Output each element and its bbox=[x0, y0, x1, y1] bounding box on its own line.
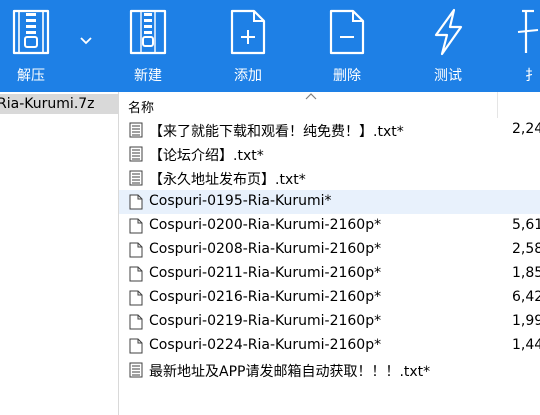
file-icon bbox=[129, 290, 143, 310]
text-file-icon bbox=[129, 362, 143, 382]
file-name: Cospuri-0219-Ria-Kurumi-2160p* bbox=[149, 313, 382, 329]
file-size: 1,99 bbox=[512, 313, 540, 329]
delete-file-icon bbox=[329, 9, 365, 55]
text-file-icon bbox=[129, 170, 143, 190]
text-file-icon bbox=[129, 146, 143, 166]
chevron-down-icon bbox=[80, 37, 92, 45]
file-icon bbox=[129, 338, 143, 358]
file-icon bbox=[129, 194, 143, 214]
file-size: 2,24 bbox=[512, 121, 540, 137]
file-icon bbox=[129, 266, 143, 286]
add-button[interactable]: 添加 bbox=[218, 0, 278, 92]
tree-item-label: -Ria-Kurumi.7z bbox=[0, 96, 95, 112]
info-label: 扌 bbox=[525, 68, 539, 84]
file-row[interactable]: 【来了就能下载和观看！纯免费！】.txt* 2,24 bbox=[119, 118, 540, 142]
file-icon bbox=[129, 242, 143, 262]
file-row[interactable]: 最新地址及APP请发邮箱自动获取！！！.txt* bbox=[119, 358, 540, 382]
add-label: 添加 bbox=[234, 68, 262, 84]
delete-button[interactable]: 删除 bbox=[316, 0, 378, 92]
file-size: 2,58 bbox=[512, 241, 540, 257]
test-button[interactable]: 测试 bbox=[418, 0, 478, 92]
tree-item-archive[interactable]: -Ria-Kurumi.7z bbox=[0, 94, 118, 114]
sort-up-icon bbox=[305, 93, 317, 100]
info-icon bbox=[517, 9, 539, 53]
list-header: 名称 bbox=[119, 92, 540, 118]
file-name: Cospuri-0211-Ria-Kurumi-2160p* bbox=[149, 265, 382, 281]
file-row[interactable]: 【论坛介绍】.txt* bbox=[119, 142, 540, 166]
extract-button[interactable]: 解压 bbox=[0, 0, 62, 92]
zip-extract-icon bbox=[12, 9, 50, 55]
column-divider[interactable] bbox=[497, 92, 498, 118]
file-size: 1,85 bbox=[512, 265, 540, 281]
file-size: 6,42 bbox=[512, 289, 540, 305]
new-archive-button[interactable]: 新建 bbox=[118, 0, 178, 92]
file-name: Cospuri-0200-Ria-Kurumi-2160p* bbox=[149, 217, 382, 233]
file-name: Cospuri-0216-Ria-Kurumi-2160p* bbox=[149, 289, 382, 305]
file-row[interactable]: Cospuri-0200-Ria-Kurumi-2160p* 5,61 bbox=[119, 214, 540, 238]
file-icon bbox=[129, 314, 143, 334]
file-name: 【论坛介绍】.txt* bbox=[149, 148, 264, 164]
file-row[interactable]: Cospuri-0216-Ria-Kurumi-2160p* 6,42 bbox=[119, 286, 540, 310]
column-header-name[interactable]: 名称 bbox=[128, 97, 154, 116]
test-label: 测试 bbox=[434, 68, 462, 84]
new-archive-label: 新建 bbox=[134, 68, 162, 84]
file-icon bbox=[129, 218, 143, 238]
zip-new-icon bbox=[129, 9, 167, 55]
text-file-icon bbox=[129, 122, 143, 142]
file-size: 1,44 bbox=[512, 337, 540, 353]
file-row[interactable]: Cospuri-0208-Ria-Kurumi-2160p* 2,58 bbox=[119, 238, 540, 262]
info-button[interactable]: 扌 bbox=[512, 0, 540, 92]
folder-tree: -Ria-Kurumi.7z bbox=[0, 92, 119, 415]
file-row[interactable]: Cospuri-0195-Ria-Kurumi* bbox=[119, 190, 540, 214]
file-name: Cospuri-0208-Ria-Kurumi-2160p* bbox=[149, 241, 382, 257]
file-name: 最新地址及APP请发邮箱自动获取！！！.txt* bbox=[149, 364, 431, 380]
file-row[interactable]: Cospuri-0211-Ria-Kurumi-2160p* 1,85 bbox=[119, 262, 540, 286]
extract-label: 解压 bbox=[17, 68, 45, 84]
file-row[interactable]: 【永久地址发布页】.txt* bbox=[119, 166, 540, 190]
file-row[interactable]: Cospuri-0224-Ria-Kurumi-2160p* 1,44 bbox=[119, 334, 540, 358]
lightning-test-icon bbox=[434, 8, 463, 56]
file-name: 【永久地址发布页】.txt* bbox=[149, 172, 306, 188]
file-list: 名称 【来了就能下载和观看！纯免费！】.txt* 2,24 【论坛介绍】.txt* 【… bbox=[119, 92, 540, 415]
delete-label: 删除 bbox=[333, 68, 361, 84]
file-name: Cospuri-0224-Ria-Kurumi-2160p* bbox=[149, 337, 382, 353]
file-name: 【来了就能下载和观看！纯免费！】.txt* bbox=[149, 124, 404, 140]
add-file-icon bbox=[230, 9, 266, 55]
extract-dropdown[interactable] bbox=[80, 30, 92, 49]
file-name: Cospuri-0195-Ria-Kurumi* bbox=[149, 193, 332, 209]
toolbar: 解压 新建 添加 删除 测试 扌 bbox=[0, 0, 540, 92]
file-row[interactable]: Cospuri-0219-Ria-Kurumi-2160p* 1,99 bbox=[119, 310, 540, 334]
file-size: 5,61 bbox=[512, 217, 540, 233]
